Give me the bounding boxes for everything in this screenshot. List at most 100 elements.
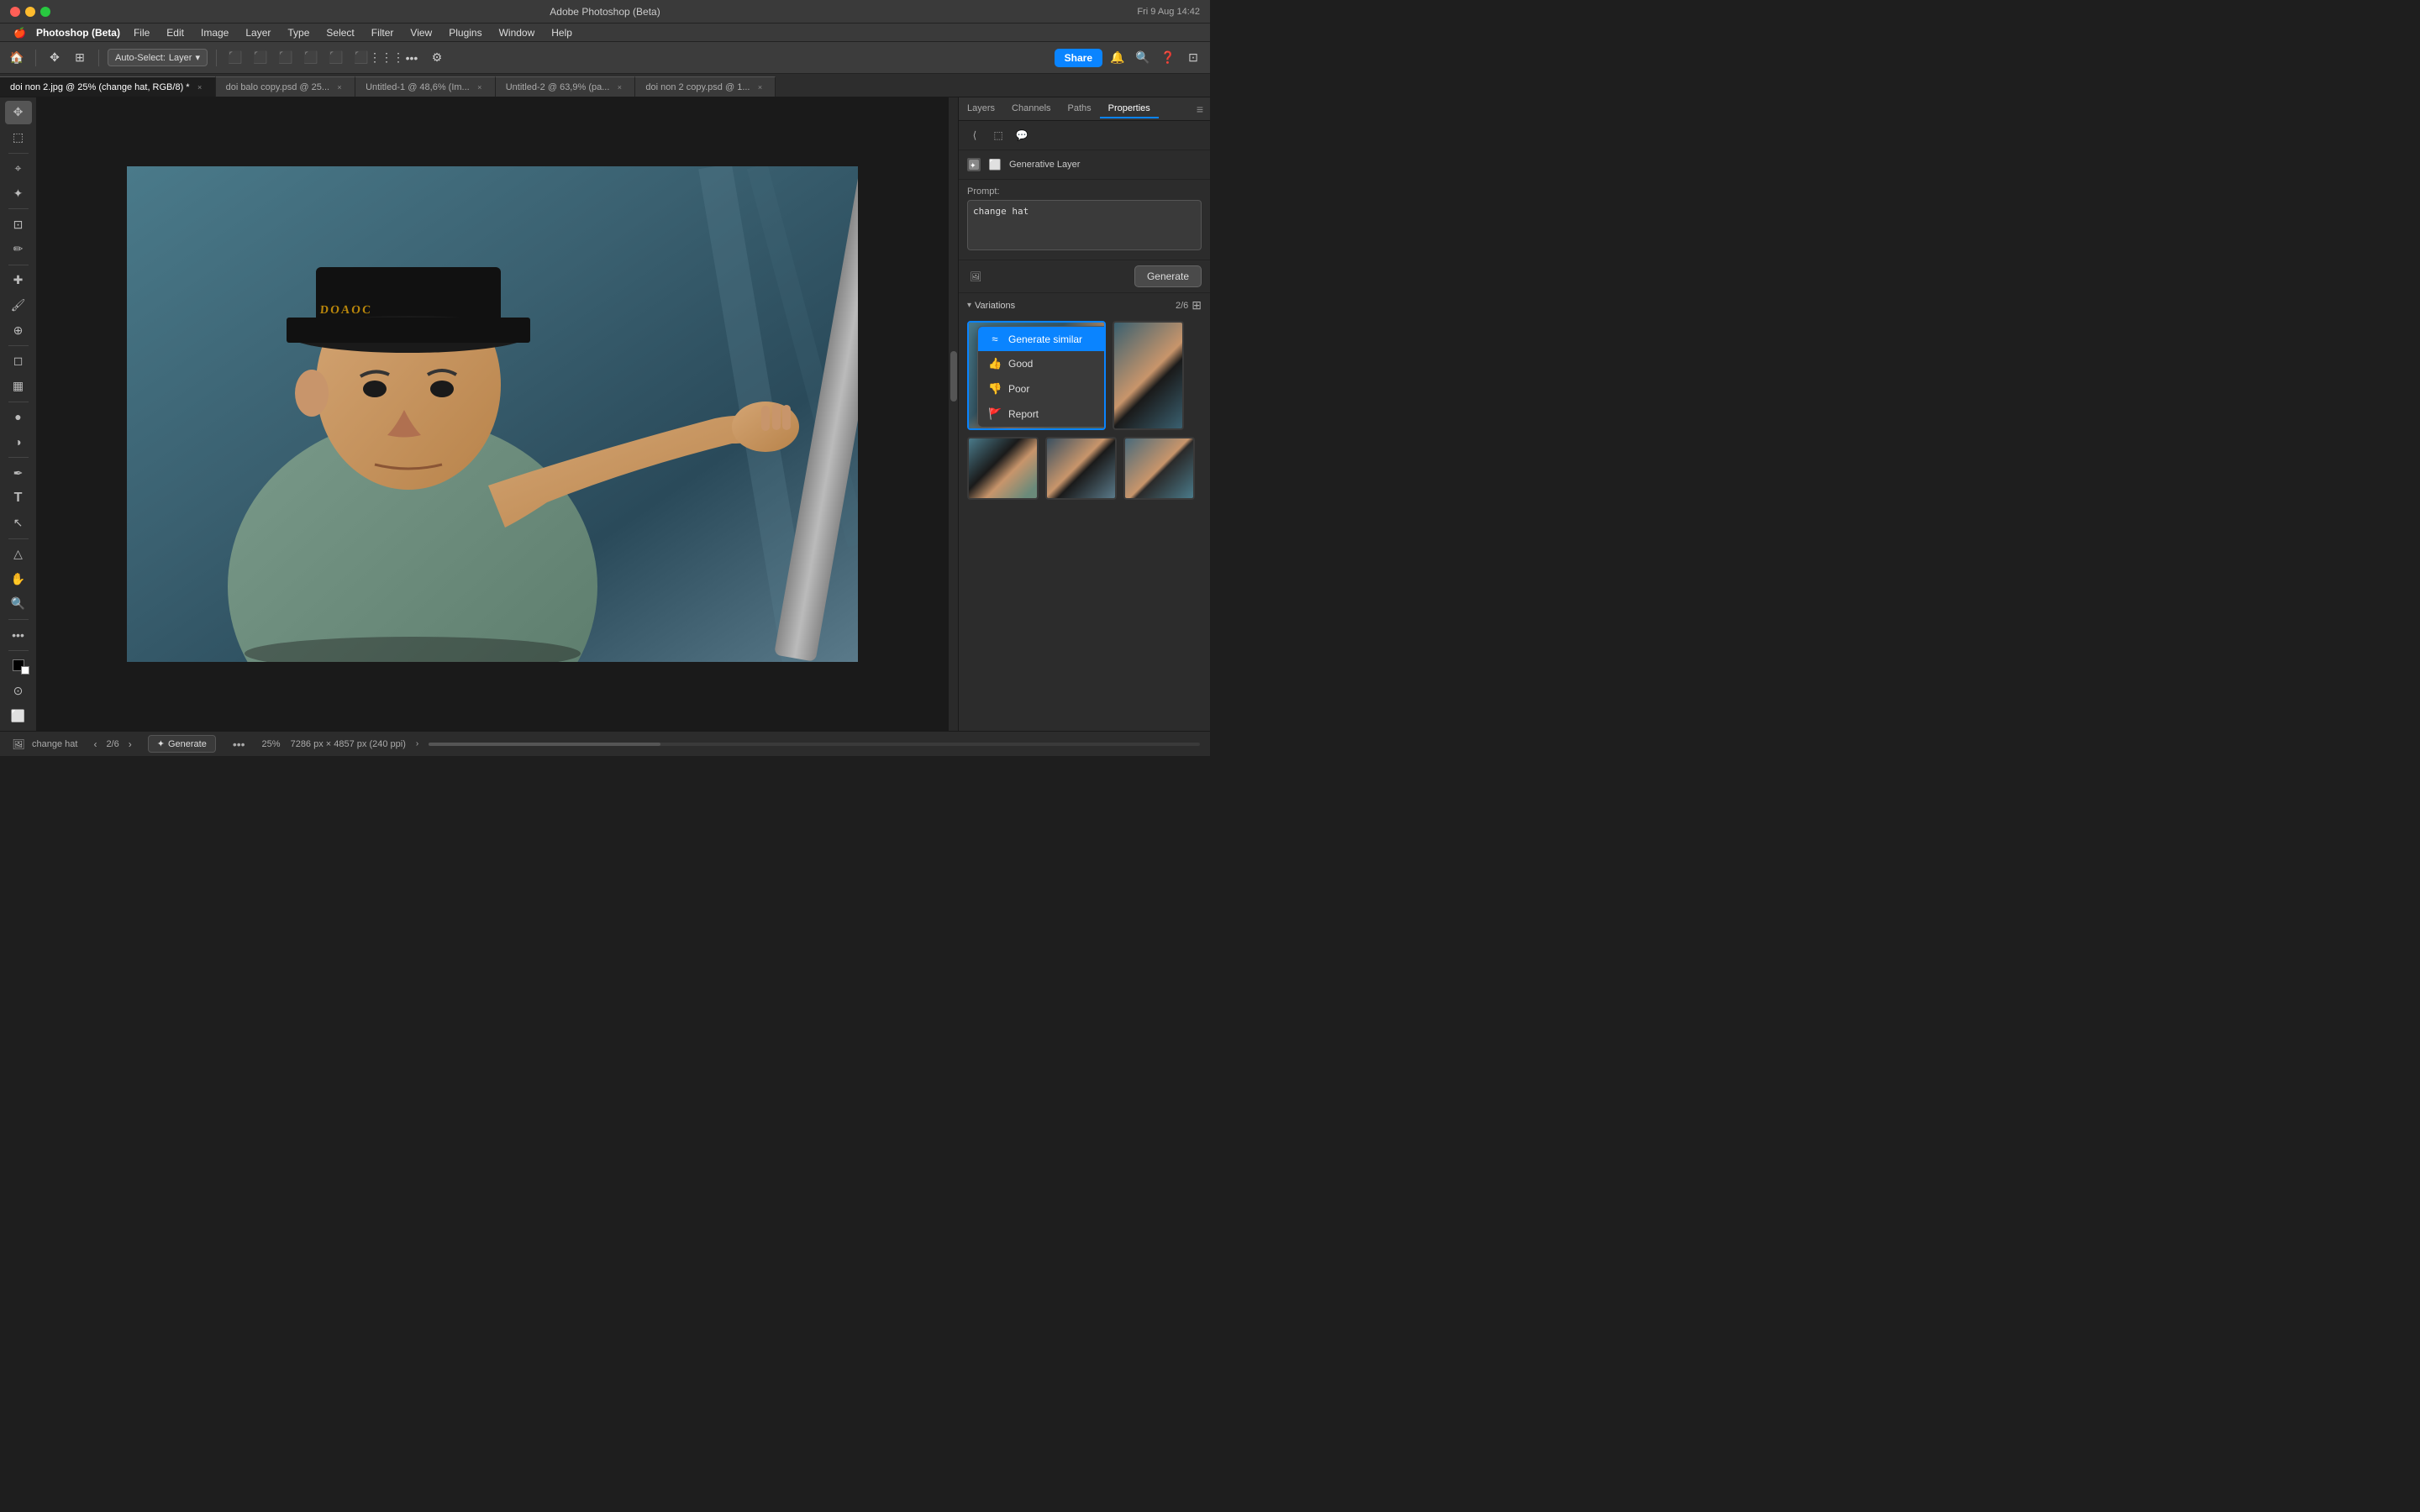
prev-arrow[interactable]: ‹ xyxy=(87,737,103,752)
ctx-good[interactable]: 👍 Good xyxy=(978,351,1106,376)
quick-mask-tool[interactable]: ⊙ xyxy=(5,679,32,702)
align-top-icon[interactable]: ⬛ xyxy=(301,48,321,68)
menu-image[interactable]: Image xyxy=(194,25,235,40)
generate-button[interactable]: Generate xyxy=(1134,265,1202,287)
more-options-icon[interactable]: ••• xyxy=(402,48,422,68)
menu-app-name[interactable]: Photoshop (Beta) xyxy=(36,27,120,39)
home-icon[interactable]: 🏠 xyxy=(7,48,27,68)
menu-edit[interactable]: Edit xyxy=(160,25,191,40)
tab-untitled-1[interactable]: Untitled-1 @ 48,6% (Im... × xyxy=(355,76,496,97)
bottom-generate-button[interactable]: ✦ Generate xyxy=(148,735,216,753)
move-tool-icon[interactable]: ✥ xyxy=(45,48,65,68)
menu-help[interactable]: Help xyxy=(544,25,579,40)
tab-doi-non-copy[interactable]: doi non 2 copy.psd @ 1... × xyxy=(635,76,776,97)
arrange-icon[interactable]: ⊡ xyxy=(1183,48,1203,68)
brush-tool[interactable]: 🖌 xyxy=(5,293,32,317)
transform-icon[interactable]: ⊞ xyxy=(70,48,90,68)
maximize-button[interactable] xyxy=(40,7,50,17)
settings-icon[interactable]: ⚙ xyxy=(427,48,447,68)
tab-close-3[interactable]: × xyxy=(475,82,485,92)
panel-icon-chat[interactable]: 💬 xyxy=(1013,126,1031,144)
align-center-icon[interactable]: ⬛ xyxy=(250,48,271,68)
more-tools[interactable]: ••• xyxy=(5,623,32,647)
menu-type[interactable]: Type xyxy=(281,25,316,40)
crop-tool[interactable]: ⊡ xyxy=(5,213,32,236)
scrollbar-thumb-vertical[interactable] xyxy=(950,351,957,402)
eraser-tool[interactable]: ◻ xyxy=(5,349,32,373)
ctx-report[interactable]: 🚩 Report xyxy=(978,402,1106,427)
menu-plugins[interactable]: Plugins xyxy=(442,25,488,40)
tab-close-5[interactable]: × xyxy=(755,82,765,92)
thumbnails-row-2 xyxy=(959,433,1210,503)
rectangular-marquee-tool[interactable]: ⬚ xyxy=(5,126,32,150)
magic-wand-tool[interactable]: ✦ xyxy=(5,181,32,205)
healing-brush-tool[interactable]: ✚ xyxy=(5,269,32,292)
horizontal-scrollbar[interactable] xyxy=(429,743,1200,746)
tab-doi-balo[interactable]: doi balo copy.psd @ 25... × xyxy=(216,76,355,97)
clone-stamp-tool[interactable]: ⊕ xyxy=(5,318,32,342)
prompt-textarea[interactable]: change hat xyxy=(967,200,1202,250)
variations-chevron-icon[interactable]: ▾ xyxy=(967,301,971,310)
thumbnail-2[interactable] xyxy=(1113,321,1184,430)
shape-tool[interactable]: △ xyxy=(5,542,32,565)
align-right-icon[interactable]: ⬛ xyxy=(276,48,296,68)
image-action-icon[interactable]: 🖼 xyxy=(967,268,984,285)
main-layout: ✥ ⬚ ⌖ ✦ ⊡ ✏ ✚ 🖌 ⊕ ◻ ▦ ● ◑ ✒ T ↖ △ ✋ 🔍 ••… xyxy=(0,97,1210,731)
variations-grid-icon[interactable]: ⊞ xyxy=(1192,298,1202,312)
move-tool[interactable]: ✥ xyxy=(5,101,32,124)
screen-mode-tool[interactable]: ⬜ xyxy=(5,704,32,727)
gradient-tool[interactable]: ▦ xyxy=(5,375,32,398)
tab-close-4[interactable]: × xyxy=(614,82,624,92)
menu-select[interactable]: Select xyxy=(319,25,360,40)
ctx-generate-similar[interactable]: ≈ Generate similar xyxy=(978,327,1106,351)
menu-layer[interactable]: Layer xyxy=(239,25,277,40)
notification-icon[interactable]: 🔔 xyxy=(1107,48,1128,68)
menu-window[interactable]: Window xyxy=(492,25,542,40)
tab-close-1[interactable]: × xyxy=(195,82,205,92)
search-icon[interactable]: 🔍 xyxy=(1133,48,1153,68)
next-arrow[interactable]: › xyxy=(123,737,138,752)
panel-menu-icon[interactable]: ≡ xyxy=(1190,102,1210,116)
tab-paths[interactable]: Paths xyxy=(1060,100,1100,118)
align-left-icon[interactable]: ⬛ xyxy=(225,48,245,68)
help-circle-icon[interactable]: ❓ xyxy=(1158,48,1178,68)
lasso-tool[interactable]: ⌖ xyxy=(5,157,32,181)
panel-icon-2[interactable]: ⬚ xyxy=(989,126,1007,144)
foreground-color[interactable] xyxy=(5,654,32,678)
canvas-scrollbar-vertical[interactable] xyxy=(948,97,958,731)
zoom-tool[interactable]: 🔍 xyxy=(5,592,32,616)
thumbnail-5[interactable] xyxy=(1123,437,1195,500)
tab-properties[interactable]: Properties xyxy=(1100,100,1159,118)
status-more-options[interactable]: ••• xyxy=(226,736,252,753)
menu-filter[interactable]: Filter xyxy=(365,25,401,40)
thumbnail-4[interactable] xyxy=(1045,437,1117,500)
tab-untitled-2[interactable]: Untitled-2 @ 63,9% (pa... × xyxy=(496,76,636,97)
dodge-tool[interactable]: ◑ xyxy=(5,430,32,454)
path-selection-tool[interactable]: ↖ xyxy=(5,512,32,535)
minimize-button[interactable] xyxy=(25,7,35,17)
auto-select-dropdown[interactable]: Auto-Select: Layer ▾ xyxy=(108,49,208,66)
status-image-icon[interactable]: 🖼 xyxy=(10,736,27,753)
menu-view[interactable]: View xyxy=(403,25,439,40)
distribute-icon[interactable]: ⋮⋮⋮ xyxy=(376,48,397,68)
blur-tool[interactable]: ● xyxy=(5,406,32,429)
menu-file[interactable]: File xyxy=(127,25,156,40)
thumbnail-1[interactable]: ≈ Generate similar 👍 Good 👎 Poor 🚩 xyxy=(967,321,1106,430)
tab-layers[interactable]: Layers xyxy=(959,100,1003,118)
tab-close-2[interactable]: × xyxy=(334,82,345,92)
ctx-poor[interactable]: 👎 Poor xyxy=(978,376,1106,402)
menu-apple[interactable]: 🍎 xyxy=(7,25,33,40)
align-mid-icon[interactable]: ⬛ xyxy=(326,48,346,68)
eyedropper-tool[interactable]: ✏ xyxy=(5,238,32,261)
horizontal-scrollbar-thumb[interactable] xyxy=(429,743,660,746)
panel-icon-1[interactable]: ⟨ xyxy=(965,126,984,144)
share-button[interactable]: Share xyxy=(1055,49,1102,67)
pen-tool[interactable]: ✒ xyxy=(5,461,32,485)
close-button[interactable] xyxy=(10,7,20,17)
tab-doi-non-2[interactable]: doi non 2.jpg @ 25% (change hat, RGB/8) … xyxy=(0,76,216,97)
tab-channels[interactable]: Channels xyxy=(1003,100,1059,118)
type-tool[interactable]: T xyxy=(5,486,32,510)
thumbnail-3[interactable] xyxy=(967,437,1039,500)
size-chevron-icon[interactable]: › xyxy=(416,739,418,748)
hand-tool[interactable]: ✋ xyxy=(5,567,32,591)
